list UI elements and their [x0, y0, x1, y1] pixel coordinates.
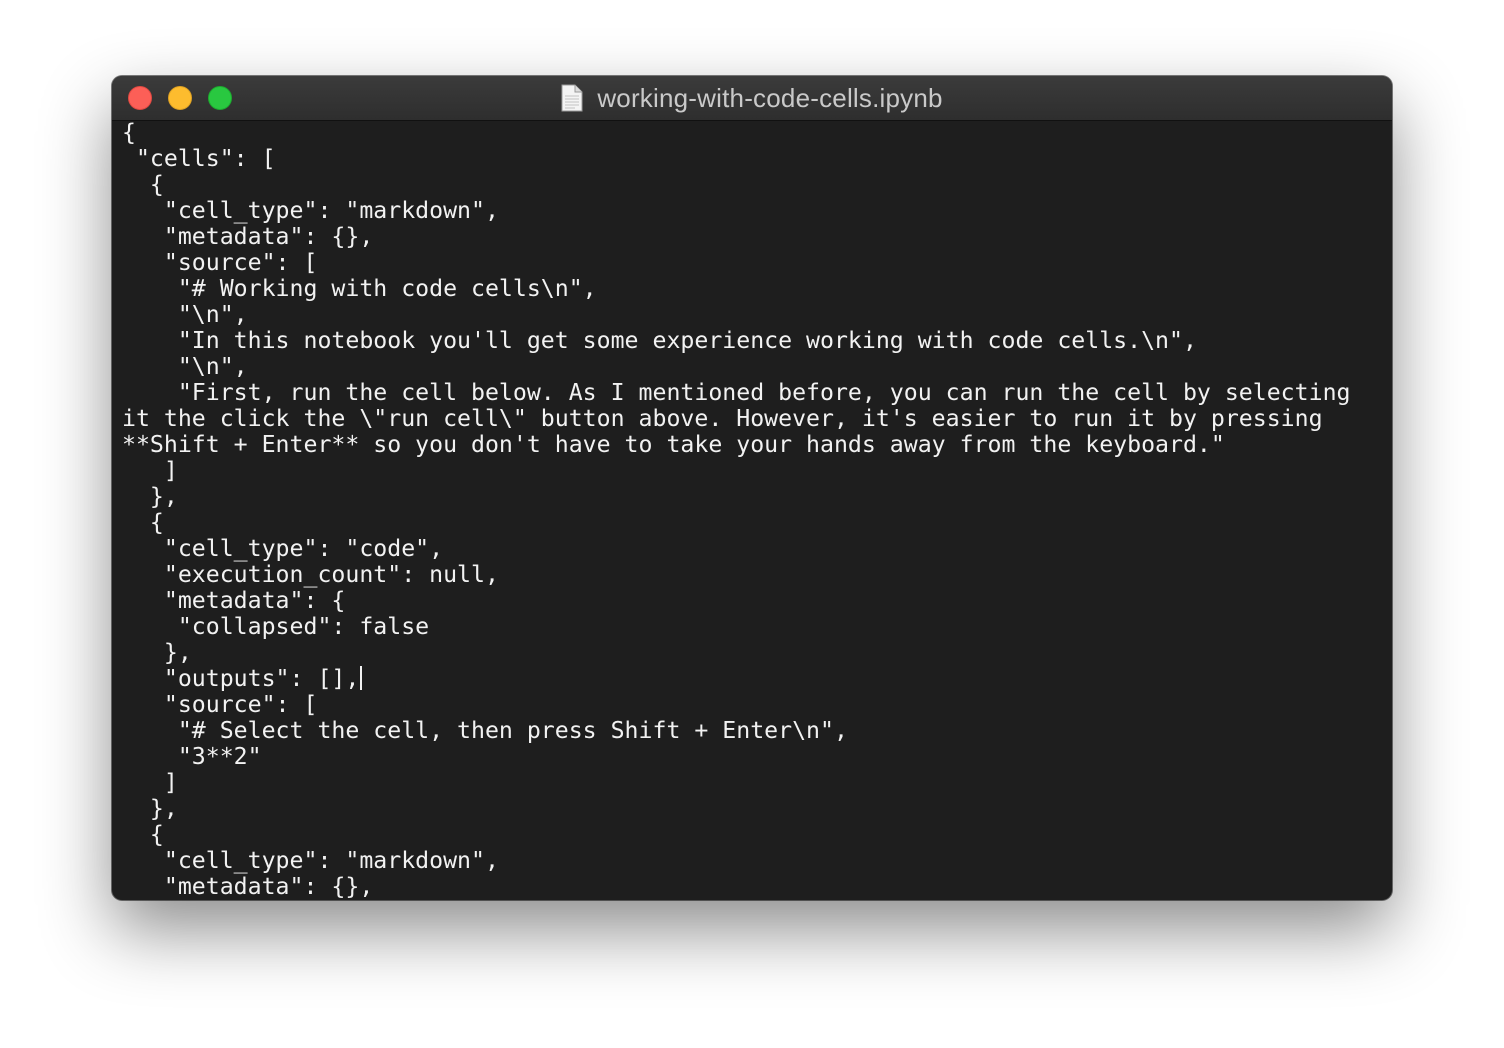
code-line: "source": [ — [122, 249, 318, 276]
code-line: "metadata": { — [122, 587, 346, 614]
code-line-with-cursor: "outputs": [], — [122, 666, 1382, 692]
code-line: "cell_type": "markdown", — [122, 197, 499, 224]
code-line: }, — [122, 483, 178, 510]
code-text[interactable]: { "cells": [ { "cell_type": "markdown", … — [122, 120, 1382, 900]
code-line: **Shift + Enter** so you don't have to t… — [122, 431, 1225, 458]
code-line: { — [122, 509, 164, 536]
title-bar[interactable]: working-with-code-cells.ipynb — [112, 76, 1392, 121]
code-line: { — [122, 120, 136, 146]
code-line: "\n", — [122, 301, 248, 328]
code-line: { — [122, 171, 164, 198]
code-line: "cell_type": "code", — [122, 535, 444, 562]
code-line: it the click the \"run cell\" button abo… — [122, 405, 1323, 432]
code-line: "cells": [ — [122, 145, 276, 172]
text-editor-area[interactable]: { "cells": [ { "cell_type": "markdown", … — [122, 120, 1382, 900]
title-container: working-with-code-cells.ipynb — [112, 76, 1392, 120]
editor-window: working-with-code-cells.ipynb { "cells":… — [112, 76, 1392, 900]
code-line: "collapsed": false — [122, 613, 430, 640]
code-line: "cell_type": "markdown", — [122, 847, 499, 874]
code-line: { — [122, 821, 164, 848]
code-line: "source": [ — [122, 691, 318, 718]
code-line: "In this notebook you'll get some experi… — [122, 327, 1197, 354]
code-line: }, — [122, 795, 178, 822]
code-line: ] — [122, 457, 178, 484]
cursor-line-text: "outputs": [], — [122, 665, 360, 692]
code-line: "3**2" — [122, 743, 262, 770]
code-line: }, — [122, 639, 192, 666]
window-title: working-with-code-cells.ipynb — [597, 82, 943, 113]
code-line: "# Working with code cells\n", — [122, 275, 597, 302]
code-line: "First, run the cell below. As I mention… — [122, 379, 1351, 406]
code-line: "metadata": {}, — [122, 873, 374, 900]
code-line: "metadata": {}, — [122, 223, 374, 250]
text-cursor — [360, 666, 363, 690]
code-line: "execution_count": null, — [122, 561, 499, 588]
code-line: "# Select the cell, then press Shift + E… — [122, 717, 848, 744]
code-line: "\n", — [122, 353, 248, 380]
document-icon — [561, 84, 583, 112]
code-line: ] — [122, 769, 178, 796]
